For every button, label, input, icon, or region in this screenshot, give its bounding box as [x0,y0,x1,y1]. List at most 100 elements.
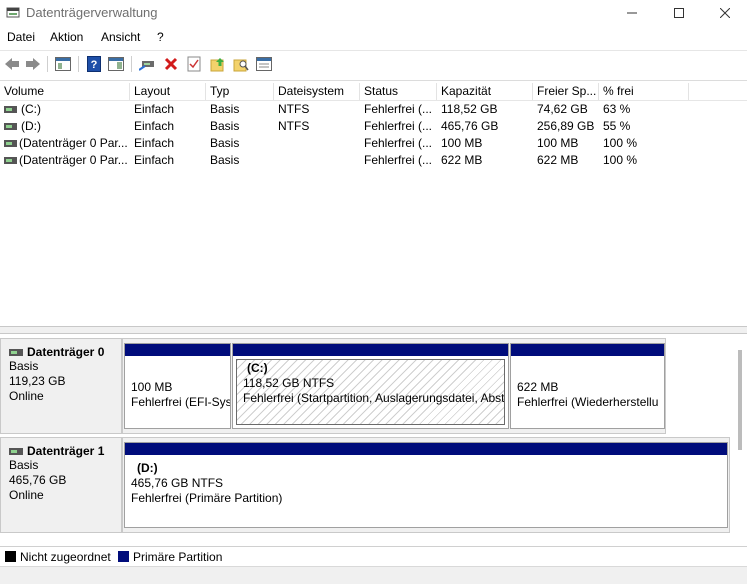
menu-ansicht[interactable]: Ansicht [101,30,140,44]
partition-c[interactable]: (C:) 118,52 GB NTFS Fehlerfrei (Startpar… [232,343,509,429]
volume-name: (D:) [21,119,41,133]
disk-icon [9,447,23,455]
close-icon [720,8,730,18]
disk-0-partitions: 100 MB Fehlerfrei (EFI-Sys (C:) 118,52 G… [122,338,666,434]
properties-pane-button[interactable] [106,54,126,74]
column-header-layout[interactable]: Layout [130,83,206,100]
legend-label-primary: Primäre Partition [133,550,223,564]
menu-bar: Datei Aktion Ansicht ? [0,28,747,48]
checklist-button[interactable] [184,54,204,74]
disk-0-info[interactable]: Datenträger 0 Basis 119,23 GB Online [0,338,122,434]
disk-icon [9,348,23,356]
volume-layout: Einfach [134,153,175,167]
column-header-dateisystem[interactable]: Dateisystem [274,83,360,100]
partition-recovery[interactable]: 622 MB Fehlerfrei (Wiederherstellu [510,343,665,429]
legend-label-unallocated: Nicht zugeordnet [20,550,111,564]
console-tree-icon [55,57,71,71]
legend-swatch-primary [118,551,129,562]
column-header-prozent-frei[interactable]: % frei [599,83,689,100]
checklist-icon [187,56,201,72]
help-button[interactable]: ? [84,54,104,74]
column-header-volume[interactable]: Volume [0,83,130,100]
toolbar-separator [131,56,132,72]
disk-map-scrollbar[interactable] [738,350,742,450]
partition-bar [125,443,727,455]
partition-bar [125,344,230,356]
console-tree-button[interactable] [53,54,73,74]
column-header-freier-speicher[interactable]: Freier Sp... [533,83,599,100]
partition-size: 100 MB [131,380,173,394]
partition-efi[interactable]: 100 MB Fehlerfrei (EFI-Sys [124,343,231,429]
volume-capacity: 100 MB [441,136,483,150]
volume-capacity: 465,76 GB [441,119,499,133]
window-title: Datenträgerverwaltung [26,5,158,20]
disk-1-state: Online [9,488,44,502]
volume-name: (Datenträger 0 Par... [19,136,128,150]
disk-0-type: Basis [9,359,39,373]
partition-bar [233,344,508,356]
volume-layout: Einfach [134,119,175,133]
status-bar [0,566,747,584]
partition-bar [511,344,664,356]
volume-capacity: 622 MB [441,153,483,167]
menu-aktion[interactable]: Aktion [50,30,83,44]
column-header-status[interactable]: Status [360,83,437,100]
partition-size: 622 MB [517,380,559,394]
disk-1-type: Basis [9,458,39,472]
disk-map: Datenträger 0 Basis 119,23 GB Online 100… [0,334,747,544]
partition-status: Fehlerfrei (EFI-Sys [131,395,230,409]
volume-percent-free: 100 % [603,136,638,150]
volume-type: Basis [210,136,240,150]
volume-layout: Einfach [134,136,175,150]
properties-button[interactable] [254,54,274,74]
partition-d[interactable]: (D:) 465,76 GB NTFS Fehlerfrei (Primäre … [124,442,728,528]
partition-size: 465,76 GB NTFS [131,476,224,490]
delete-icon [164,57,178,71]
volume-type: Basis [210,153,240,167]
close-button[interactable] [702,0,747,26]
volume-name: (C:) [21,102,41,116]
volume-free-space: 100 MB [537,136,579,150]
volume-status: Fehlerfrei (... [364,102,433,116]
volume-free-space: 622 MB [537,153,579,167]
delete-button[interactable] [161,54,181,74]
disk-management-icon [6,7,20,18]
legend-swatch-unallocated [5,551,16,562]
menu-datei[interactable]: Datei [7,30,35,44]
pane-splitter[interactable] [0,326,747,334]
forward-button[interactable] [23,54,43,74]
volume-icon [4,123,17,130]
volume-type: Basis [210,102,240,116]
column-header-kapazitaet[interactable]: Kapazität [437,83,533,100]
connect-disk-button[interactable] [138,54,158,74]
connect-disk-icon [139,61,154,71]
column-header-typ[interactable]: Typ [206,83,274,100]
volume-free-space: 74,62 GB [537,102,588,116]
menu-help[interactable]: ? [157,30,164,44]
volume-status: Fehlerfrei (... [364,153,433,167]
disk-0-name: Datenträger 0 [27,345,105,359]
disk-1-name: Datenträger 1 [27,444,105,458]
folder-search-button[interactable] [231,54,251,74]
maximize-button[interactable] [656,0,702,26]
volume-icon [4,106,17,113]
volume-row-disk0-part1[interactable]: (Datenträger 0 Par... Einfach Basis Fehl… [0,135,747,152]
properties-pane-icon [108,57,124,71]
folder-search-icon [233,59,249,72]
volume-free-space: 256,89 GB [537,119,595,133]
volume-list: Volume Layout Typ Dateisystem Status Kap… [0,80,747,326]
volume-status: Fehlerfrei (... [364,119,433,133]
back-button[interactable] [2,54,22,74]
toolbar-separator [47,56,48,72]
folder-up-button[interactable] [208,54,228,74]
volume-icon [4,157,17,164]
volume-layout: Einfach [134,102,175,116]
toolbar: ? [0,50,747,76]
folder-up-icon [210,58,224,72]
volume-row-c[interactable]: (C:) Einfach Basis NTFS Fehlerfrei (... … [0,101,747,118]
disk-1-info[interactable]: Datenträger 1 Basis 465,76 GB Online [0,437,122,533]
volume-row-disk0-part2[interactable]: (Datenträger 0 Par... Einfach Basis Fehl… [0,152,747,169]
partition-status: Fehlerfrei (Startpartition, Auslagerungs… [243,391,505,405]
volume-row-d[interactable]: (D:) Einfach Basis NTFS Fehlerfrei (... … [0,118,747,135]
minimize-button[interactable] [609,0,655,26]
